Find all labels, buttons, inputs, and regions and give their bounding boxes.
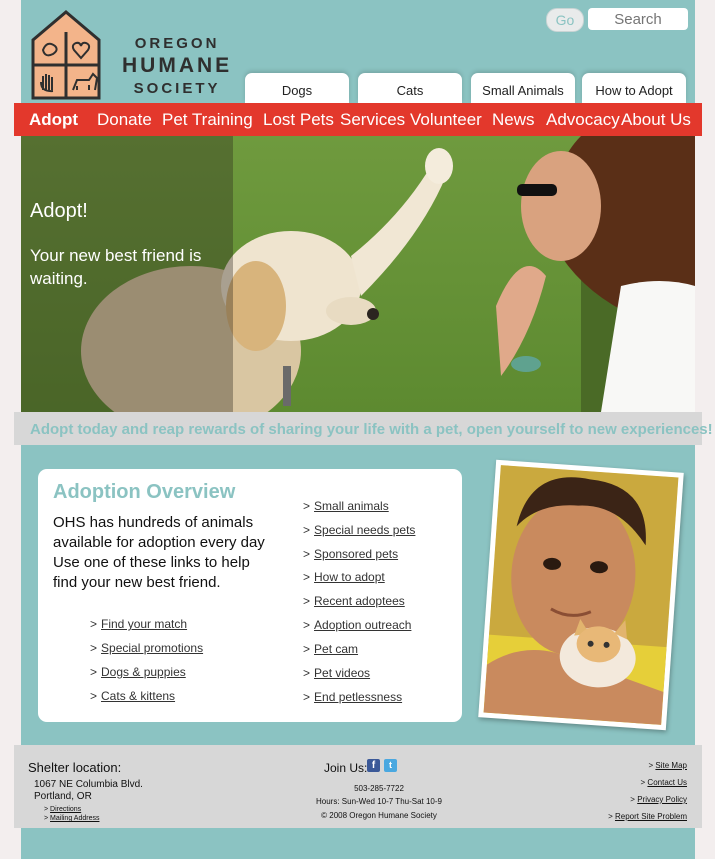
link-adoption-outreach[interactable]: > Adoption outreach <box>303 618 411 632</box>
link-dogs-puppies[interactable]: > Dogs & puppies <box>90 665 186 679</box>
arrow-icon: > <box>303 594 311 608</box>
report-site-problem-link[interactable]: > Report Site Problem <box>608 812 687 821</box>
address-line-2: Portland, OR <box>34 791 92 802</box>
arrow-icon: > <box>90 689 98 703</box>
arrow-icon: > <box>303 666 311 680</box>
boy-kitten-illustration <box>483 465 679 725</box>
tab-small-animals[interactable]: Small Animals <box>471 73 575 103</box>
contact-us-link[interactable]: > Contact Us <box>641 778 687 787</box>
brand-line-1: OREGON <box>134 35 220 52</box>
arrow-icon: > <box>303 499 311 513</box>
brand-line-2: HUMANE <box>122 54 233 77</box>
link-cats-kittens[interactable]: > Cats & kittens <box>90 689 175 703</box>
link-end-petlessness[interactable]: > End petlessness <box>303 690 402 704</box>
tab-dogs[interactable]: Dogs <box>245 73 349 103</box>
photo-boy-with-kitten <box>478 459 684 731</box>
go-button[interactable]: Go <box>546 8 584 32</box>
tab-how-to-adopt[interactable]: How to Adopt <box>582 73 686 103</box>
link-find-your-match[interactable]: > Find your match <box>90 617 187 631</box>
nav-advocacy[interactable]: Advocacy <box>546 103 620 136</box>
hero-title: Adopt! <box>30 200 88 222</box>
link-special-promotions[interactable]: > Special promotions <box>90 641 203 655</box>
copyright: © 2008 Oregon Humane Society <box>321 811 437 820</box>
link-sponsored-pets[interactable]: > Sponsored pets <box>303 547 398 561</box>
mailing-address-link[interactable]: > Mailing Address <box>44 815 99 822</box>
arrow-icon: > <box>303 523 311 537</box>
phone-number: 503-285-7722 <box>354 784 404 793</box>
site-footer: Shelter location: 1067 NE Columbia Blvd.… <box>14 745 702 828</box>
overview-text: OHS has hundreds of animals available fo… <box>53 514 265 591</box>
nav-adopt[interactable]: Adopt <box>29 103 78 136</box>
brand-wordmark[interactable]: OREGON HUMANE SOCIETY <box>122 35 232 97</box>
nav-lost-pets[interactable]: Lost Pets <box>263 103 334 136</box>
link-small-animals[interactable]: > Small animals <box>303 499 389 513</box>
address-line-1: 1067 NE Columbia Blvd. <box>34 779 143 790</box>
tab-cats[interactable]: Cats <box>358 73 462 103</box>
tagline-text: Adopt today and reap rewards of sharing … <box>30 421 713 438</box>
arrow-icon: > <box>303 618 311 632</box>
arrow-icon: > <box>303 570 311 584</box>
shelter-address: 1067 NE Columbia Blvd. Portland, OR <box>34 779 143 803</box>
arrow-icon: > <box>90 665 98 679</box>
hero-subtitle: Your new best friend is waiting. <box>30 246 202 288</box>
logo-house-icon[interactable] <box>31 10 101 100</box>
site-map-link[interactable]: > Site Map <box>649 761 687 770</box>
overview-title: Adoption Overview <box>53 481 236 503</box>
facebook-icon[interactable]: f <box>367 759 380 772</box>
nav-volunteer[interactable]: Volunteer <box>410 103 482 136</box>
directions-link[interactable]: > Directions <box>44 806 81 813</box>
link-pet-videos[interactable]: > Pet videos <box>303 666 370 680</box>
brand-line-3: SOCIETY <box>133 80 221 97</box>
join-us-label: Join Us: <box>324 761 368 775</box>
arrow-icon: > <box>303 690 311 704</box>
hero-banner: Adopt! Your new best friend is waiting. <box>21 136 695 412</box>
nav-pet-training[interactable]: Pet Training <box>162 103 253 136</box>
shelter-hours: Hours: Sun-Wed 10-7 Thu-Sat 10-9 <box>316 797 442 806</box>
search-input[interactable] <box>588 8 688 30</box>
privacy-policy-link[interactable]: > Privacy Policy <box>630 795 687 804</box>
arrow-icon: > <box>90 617 98 631</box>
nav-donate[interactable]: Donate <box>97 103 152 136</box>
link-pet-cam[interactable]: > Pet cam <box>303 642 358 656</box>
link-how-to-adopt[interactable]: > How to adopt <box>303 570 385 584</box>
arrow-icon: > <box>90 641 98 655</box>
adoption-overview-card: Adoption Overview OHS has hundreds of an… <box>38 469 462 722</box>
tagline-bar: Adopt today and reap rewards of sharing … <box>14 412 713 445</box>
nav-about-us[interactable]: About Us <box>621 103 691 136</box>
nav-services[interactable]: Services <box>340 103 405 136</box>
main-nav: Adopt Donate Pet Training Lost Pets Serv… <box>14 103 702 136</box>
nav-news[interactable]: News <box>492 103 535 136</box>
twitter-icon[interactable]: t <box>384 759 397 772</box>
arrow-icon: > <box>303 642 311 656</box>
link-special-needs-pets[interactable]: > Special needs pets <box>303 523 415 537</box>
shelter-location-title: Shelter location: <box>28 760 122 775</box>
link-recent-adoptees[interactable]: > Recent adoptees <box>303 594 405 608</box>
arrow-icon: > <box>303 547 311 561</box>
